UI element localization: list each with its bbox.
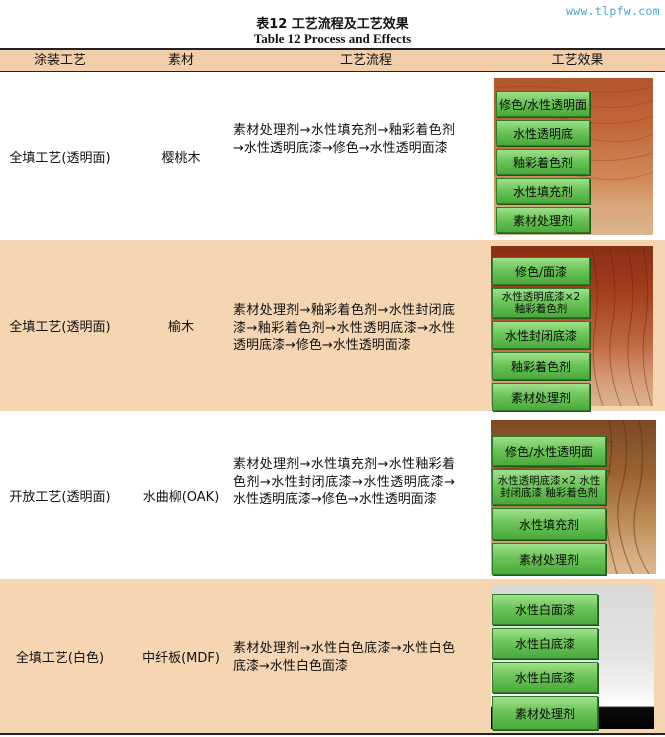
flow-cell: 素材处理剂→水性填充剂→釉彩着色剂→水性透明底漆→修色→水性透明面漆 [233,123,455,156]
layer-label: 修色/面漆 [492,257,590,285]
layer-label: 修色/水性透明面 [496,91,590,117]
layer-label: 修色/水性透明面 [492,436,606,466]
layer-stack: 修色/水性透明面 水性透明底漆×2 水性封闭底漆 釉彩着色剂 水性填充剂 素材处… [492,436,606,575]
process-cell: 全填工艺(透明面) [9,150,111,166]
layer-label: 水性透明底漆×2 水性封闭底漆 釉彩着色剂 [492,469,606,505]
material-cell: 中纤板(MDF) [142,650,220,666]
table-row: 全填工艺(透明面) 榆木 素材处理剂→釉彩着色剂→水性封闭底漆→釉彩着色剂→水性… [0,240,665,411]
layer-stack: 修色/面漆 水性透明底漆×2 釉彩着色剂 水性封闭底漆 釉彩着色剂 素材处理剂 [492,257,590,411]
layer-label: 水性填充剂 [496,178,590,204]
layer-label: 水性透明底 [496,120,590,146]
table-caption-en: Table 12 Process and Effects [253,31,412,46]
header-flow: 工艺流程 [339,52,392,68]
bottom-rule [0,733,665,735]
layer-label: 水性透明底漆×2 釉彩着色剂 [492,288,590,318]
process-cell: 全填工艺(白色) [15,650,105,666]
layer-stack: 水性白面漆 水性白底漆 水性白底漆 素材处理剂 [492,594,598,730]
layer-stack: 修色/水性透明面 水性透明底 釉彩着色剂 水性填充剂 素材处理剂 [496,91,590,233]
header-effects: 工艺效果 [551,52,604,68]
table-header: 涂装工艺 素材 工艺流程 工艺效果 [0,49,665,71]
layer-label: 素材处理剂 [492,543,606,575]
layer-label: 素材处理剂 [496,207,590,233]
table-row: 全填工艺(白色) 中纤板(MDF) 素材处理剂→水性白色底漆→水性白色底漆→水性… [0,579,665,733]
header-material: 素材 [167,52,194,68]
layer-label: 素材处理剂 [492,696,598,730]
table-row: 开放工艺(透明面) 水曲柳(OAK) 素材处理剂→水性填充剂→水性釉彩着色剂→水… [0,411,665,579]
layer-label: 水性封闭底漆 [492,321,590,349]
layer-label: 水性白底漆 [492,662,598,693]
layer-label: 水性白面漆 [492,594,598,625]
material-cell: 榆木 [167,320,194,335]
flow-cell: 素材处理剂→釉彩着色剂→水性封闭底漆→釉彩着色剂→水性透明底漆→水性透明底漆→修… [233,303,455,353]
table-row: 全填工艺(透明面) 樱桃木 素材处理剂→水性填充剂→釉彩着色剂→水性透明底漆→修… [0,72,665,240]
header-process: 涂装工艺 [33,52,86,68]
process-cell: 开放工艺(透明面) [9,489,111,505]
layer-label: 水性填充剂 [492,508,606,540]
material-cell: 樱桃木 [161,150,201,166]
layer-label: 釉彩着色剂 [496,149,590,175]
layer-label: 水性白底漆 [492,628,598,659]
flow-cell: 素材处理剂→水性填充剂→水性釉彩着色剂→水性封闭底漆→水性透明底漆→水性透明底漆… [233,457,455,507]
layer-label: 素材处理剂 [492,383,590,411]
layer-label: 釉彩着色剂 [492,352,590,380]
material-cell: 水曲柳(OAK) [142,489,220,505]
process-cell: 全填工艺(透明面) [9,320,111,335]
flow-cell: 素材处理剂→水性白色底漆→水性白色底漆→水性白色面漆 [233,641,455,674]
table-caption-zh: 表12 工艺流程及工艺效果 [256,17,409,32]
